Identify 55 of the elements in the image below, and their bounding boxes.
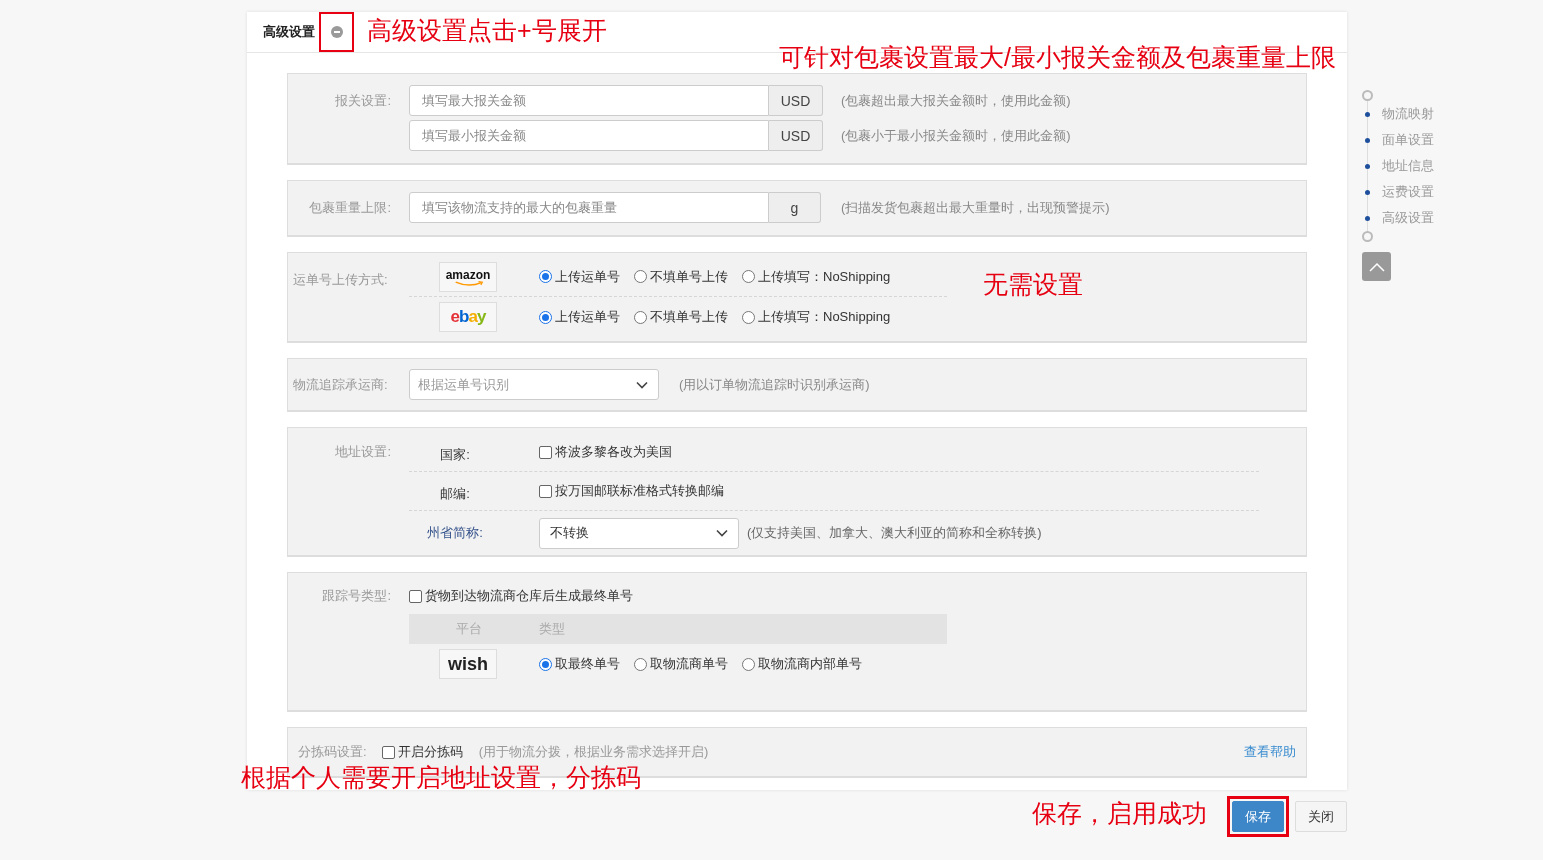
amazon-logo: amazon — [439, 261, 497, 292]
checkbox-option[interactable]: 按万国邮联标准格式转换邮编 — [539, 482, 724, 500]
radio-option[interactable]: 不填单号上传 — [634, 308, 728, 326]
hint-text: (包裹小于最小报关金额时，使用此金额) — [841, 126, 1071, 145]
chevron-down-icon — [636, 380, 648, 389]
chevron-down-icon — [716, 529, 728, 537]
collapse-button[interactable] — [319, 12, 354, 52]
unit-addon: g — [769, 192, 821, 223]
radio-option[interactable]: 取物流商单号 — [634, 655, 728, 673]
annotation-text: 根据个人需要开启地址设置，分拣码 — [241, 765, 641, 790]
unit-addon: USD — [769, 85, 823, 116]
checkbox-option[interactable]: 将波多黎各改为美国 — [539, 443, 672, 461]
hint-text: (仅支持美国、加拿大、澳大利亚的简称和全称转换) — [747, 524, 1042, 542]
radio-option[interactable]: 上传填写：NoShipping — [742, 308, 891, 326]
annotation-text: 可针对包裹设置最大/最小报关金额及包裹重量上限 — [779, 45, 1336, 70]
hint-text: (用以订单物流追踪时识别承运商) — [679, 375, 870, 394]
annotation-text: 高级设置点击+号展开 — [367, 18, 607, 43]
radio-option[interactable]: 上传运单号 — [539, 267, 620, 286]
field-label: 州省简称: — [426, 524, 484, 542]
unit-addon: USD — [769, 120, 823, 151]
field-label: 包裹重量上限: — [308, 199, 391, 217]
dropdown[interactable]: 不转换 — [539, 517, 739, 549]
field-label: 跟踪号类型: — [321, 587, 391, 605]
checkbox-option[interactable]: 货物到达物流商仓库后生成最终单号 — [409, 587, 633, 605]
annotation-text: 保存，启用成功 — [1032, 801, 1207, 826]
ebay-logo: ebay — [439, 302, 497, 332]
timeline-start-icon — [1362, 90, 1373, 101]
close-button[interactable]: 关闭 — [1295, 801, 1347, 832]
hint-text: (扫描发货包裹超出最大重量时，出现预警提示) — [841, 198, 1110, 217]
input-field[interactable]: 填写最小报关金额 — [409, 120, 769, 151]
input-field[interactable]: 填写该物流支持的最大的包裹重量 — [409, 192, 769, 223]
input-field[interactable]: 填写最大报关金额 — [409, 85, 769, 116]
checkbox-option[interactable]: 开启分拣码 — [381, 743, 463, 761]
minus-icon — [330, 26, 343, 38]
annotation-text: 无需设置 — [983, 272, 1083, 297]
field-label: 地址设置: — [334, 443, 391, 461]
hint-text: (用于物流分拨，根据业务需求选择开启) — [478, 743, 709, 761]
wish-logo: wish — [439, 649, 497, 679]
timeline-end-icon — [1362, 231, 1373, 242]
radio-option[interactable]: 取最终单号 — [539, 655, 620, 673]
field-label: 物流追踪承运商: — [292, 375, 389, 394]
radio-option[interactable]: 上传填写：NoShipping — [742, 267, 891, 286]
radio-option[interactable]: 不填单号上传 — [634, 267, 728, 286]
radio-option[interactable]: 取物流商内部单号 — [742, 655, 862, 673]
hint-text: (包裹超出最大报关金额时，使用此金额) — [841, 91, 1071, 110]
field-label: 分拣码设置: — [298, 743, 367, 761]
field-label: 邮编: — [439, 485, 471, 503]
field-label: 报关设置: — [334, 92, 391, 110]
radio-option[interactable]: 上传运单号 — [539, 308, 620, 326]
save-button[interactable]: 保存 — [1232, 801, 1284, 832]
field-label: 国家: — [439, 446, 471, 464]
chevron-up-icon — [1368, 261, 1385, 272]
back-to-top-button[interactable] — [1362, 252, 1391, 281]
section-title: 高级设置 — [263, 23, 315, 41]
field-label: 运单号上传方式: — [292, 271, 389, 289]
